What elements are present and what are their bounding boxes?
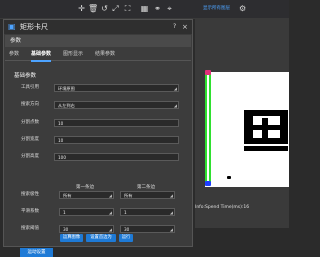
field-label-polarity: 搜索极性 xyxy=(21,192,39,197)
polarity-second-select[interactable]: 所有 xyxy=(120,191,175,199)
field-label-height: 分割高度 xyxy=(21,154,39,159)
tab-bar: 参数 基础参数 图形显示 结果参数 xyxy=(5,49,191,62)
caliper-bottom-handle[interactable] xyxy=(205,181,211,186)
caliper-icon: ▣ xyxy=(8,22,16,31)
section-header: 参数 xyxy=(5,35,191,47)
reset-icon[interactable]: ↺ xyxy=(100,4,109,13)
threshold-first-input[interactable]: 30 xyxy=(59,225,114,233)
trash-icon[interactable]: 🗑 xyxy=(88,4,98,13)
caliper-edge-lines[interactable] xyxy=(205,72,211,184)
direction-select[interactable]: 从左到右 xyxy=(54,101,179,109)
grid-icon[interactable]: ▦ xyxy=(140,4,149,13)
fullscreen-icon[interactable]: ⛶ xyxy=(123,4,132,13)
tab-graphics[interactable]: 图形显示 xyxy=(63,49,83,60)
layer-select[interactable]: 显示所有图层 xyxy=(203,5,230,12)
polarity-first-select[interactable]: 所有 xyxy=(59,191,114,199)
glyph-image-content xyxy=(244,110,288,151)
image-mark xyxy=(227,176,231,179)
crosshair-icon[interactable]: ✛ xyxy=(77,4,86,13)
set-first-edge-button[interactable]: 设置首边为 xyxy=(86,234,116,242)
threshold-second-input[interactable]: 30 xyxy=(120,225,175,233)
height-input[interactable]: 100 xyxy=(54,153,179,161)
status-text: Info:Spend Time(ms):16 xyxy=(195,205,250,210)
section-title: 参数 xyxy=(10,38,22,44)
col-head-first-edge: 第一条边 xyxy=(76,185,94,190)
bottom-tab[interactable]: 运动设置 xyxy=(20,248,53,257)
tab-results[interactable]: 结果参数 xyxy=(95,49,115,60)
gear-icon[interactable]: ⚙ xyxy=(239,4,246,13)
close-icon[interactable]: × xyxy=(182,22,188,32)
field-label-width: 分割宽度 xyxy=(21,137,39,142)
field-label-direction: 搜索方向 xyxy=(21,102,39,107)
target-icon[interactable]: ⌖ xyxy=(165,4,174,13)
width-input[interactable]: 10 xyxy=(54,136,179,144)
tool-ref-select[interactable]: 环境原图 xyxy=(54,84,179,92)
field-label-threshold: 搜索阈值 xyxy=(21,226,39,231)
caliper-dialog: ▣ 矩形卡尺 ? × 参数 参数 基础参数 图形显示 结果参数 基础参数 工具引… xyxy=(3,19,193,247)
link-icon[interactable]: ⚭ xyxy=(153,4,162,13)
field-label-tool-ref: 工具引用 xyxy=(21,85,39,90)
tab-params[interactable]: 参数 xyxy=(9,49,19,60)
smoothing-first-input[interactable]: 1 xyxy=(59,208,114,216)
dialog-title: 矩形卡尺 xyxy=(20,23,48,31)
group-title: 基础参数 xyxy=(14,73,37,79)
expand-icon[interactable]: ⤢ xyxy=(111,4,120,13)
caliper-top-handle[interactable] xyxy=(205,70,211,75)
run-button[interactable]: 运行 xyxy=(119,234,133,242)
points-input[interactable]: 10 xyxy=(54,119,179,127)
dialog-title-bar[interactable]: ▣ 矩形卡尺 ? × xyxy=(4,20,192,34)
top-toolbar: ✛ 🗑 ↺ ⤢ ⛶ ▦ ⚭ ⌖ 显示所有图层 ⚙ xyxy=(0,0,289,19)
field-label-points: 分割点数 xyxy=(21,120,39,125)
smoothing-second-input[interactable]: 1 xyxy=(120,208,175,216)
col-head-second-edge: 第二条边 xyxy=(137,185,155,190)
field-label-smoothing: 平滑系数 xyxy=(21,209,39,214)
tab-basic-params[interactable]: 基础参数 xyxy=(31,49,52,62)
compute-image-button[interactable]: 运算图像 xyxy=(60,234,83,242)
help-icon[interactable]: ? xyxy=(173,22,176,32)
